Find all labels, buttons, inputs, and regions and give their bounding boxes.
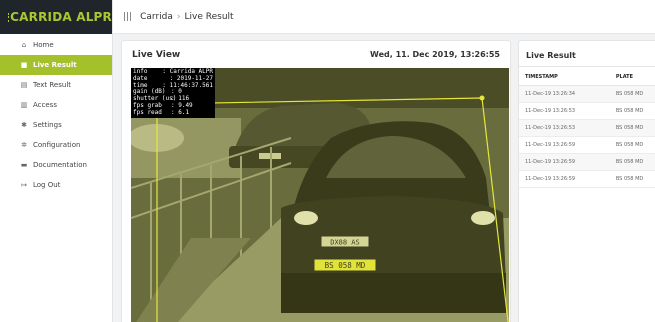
column-header-timestamp[interactable]: TIMESTAMP — [519, 66, 610, 86]
sidebar-item-log-out[interactable]: ↦ Log Out — [0, 175, 112, 195]
door-icon: ▥ — [20, 101, 28, 109]
camera-icon: ■ — [20, 61, 28, 69]
sidebar-item-live-result[interactable]: ■ Live Result — [0, 55, 112, 75]
sidebar-item-access[interactable]: ▥ Access — [0, 95, 112, 115]
sidebar-item-configuration[interactable]: ✲ Configuration — [0, 135, 112, 155]
sidebar-nav: ⌂ Home ■ Live Result ▤ Text Result ▥ Acc… — [0, 34, 112, 195]
table-row[interactable]: 11-Dec-19 13:26:59 BS 058 MD — [519, 170, 655, 188]
sidebar-item-documentation[interactable]: ▬ Documentation — [0, 155, 112, 175]
sidebar-item-settings[interactable]: ✱ Settings — [0, 115, 112, 135]
home-icon: ⌂ — [21, 41, 27, 49]
plate-cell: BS 058 MD — [609, 85, 655, 103]
logout-icon: ↦ — [21, 181, 27, 189]
sidebar-item-text-result[interactable]: ▤ Text Result — [0, 75, 112, 95]
table-row[interactable]: 11-Dec-19 13:26:53 BS 058 MD — [519, 119, 655, 137]
book-icon: ▬ — [20, 161, 28, 169]
live-view-card: Live View Wed, 11. Dec 2019, 13:26:55 DX… — [121, 40, 511, 322]
gears-icon: ✲ — [21, 141, 27, 149]
sidebar-item-label: Text Result — [33, 81, 72, 89]
live-result-table: TIMESTAMP PLATE 11-Dec-19 13:26:34 BS 05… — [519, 66, 655, 188]
overlay-row: fps read: 6.1 — [133, 108, 190, 116]
breadcrumb-item-live-result: Live Result — [184, 11, 234, 22]
plate-cell: BS 058 MD — [609, 119, 655, 137]
brand-name: CARRIDA ALPR — [10, 10, 112, 24]
logo[interactable]: CARRIDA ALPR — [0, 0, 112, 34]
plate-cell: BS 058 MD — [609, 170, 655, 188]
sidebar-item-label: Configuration — [33, 141, 81, 149]
timestamp-cell: 11-Dec-19 13:26:59 — [519, 170, 610, 188]
sidebar-item-label: Live Result — [33, 61, 77, 69]
live-result-title: Live Result — [526, 51, 576, 60]
camera-feed[interactable]: DX88 AS BS 058 MD info: Carrida ALPR dat… — [131, 68, 509, 322]
camera-info-overlay: info: Carrida ALPR date: 2019-11-27 time… — [131, 68, 215, 118]
timestamp-cell: 11-Dec-19 13:26:34 — [519, 85, 610, 103]
sidebar: CARRIDA ALPR ⌂ Home ■ Live Result ▤ Text… — [0, 0, 113, 322]
table-row[interactable]: 11-Dec-19 13:26:34 BS 058 MD — [519, 85, 655, 103]
sidebar-item-label: Documentation — [33, 161, 87, 169]
gear-icon: ✱ — [21, 121, 27, 129]
plate-cell: BS 058 MD — [609, 136, 655, 154]
column-header-plate[interactable]: PLATE — [609, 66, 655, 86]
top-bar: ||| Carrida › Live Result — [113, 0, 655, 34]
roi-handle[interactable] — [479, 95, 485, 101]
table-row[interactable]: 11-Dec-19 13:26:53 BS 058 MD — [519, 102, 655, 120]
plate-cell: BS 058 MD — [609, 153, 655, 171]
plate-cell: BS 058 MD — [609, 102, 655, 120]
sidebar-item-label: Access — [33, 101, 57, 109]
list-icon: ▤ — [20, 81, 28, 89]
table-header-row: TIMESTAMP PLATE — [519, 66, 655, 86]
live-result-card: Live Result TIMESTAMP PLATE 11-Dec-19 13… — [518, 40, 655, 322]
live-view-title: Live View — [132, 50, 181, 60]
breadcrumb-item-carrida[interactable]: Carrida — [140, 12, 173, 22]
breadcrumb: Carrida › Live Result — [140, 12, 233, 22]
sidebar-item-label: Settings — [33, 121, 62, 129]
live-view-datetime: Wed, 11. Dec 2019, 13:26:55 — [370, 50, 500, 59]
timestamp-cell: 11-Dec-19 13:26:53 — [519, 102, 610, 120]
timestamp-cell: 11-Dec-19 13:26:53 — [519, 119, 610, 137]
timestamp-cell: 11-Dec-19 13:26:59 — [519, 136, 610, 154]
sidebar-item-label: Log Out — [33, 181, 61, 189]
menu-icon[interactable]: ||| — [123, 12, 132, 22]
table-row[interactable]: 11-Dec-19 13:26:59 BS 058 MD — [519, 136, 655, 154]
timestamp-cell: 11-Dec-19 13:26:59 — [519, 153, 610, 171]
sidebar-item-label: Home — [33, 41, 54, 49]
table-row[interactable]: 11-Dec-19 13:26:59 BS 058 MD — [519, 153, 655, 171]
sidebar-item-home[interactable]: ⌂ Home — [0, 35, 112, 55]
chevron-right-icon: › — [176, 11, 181, 22]
